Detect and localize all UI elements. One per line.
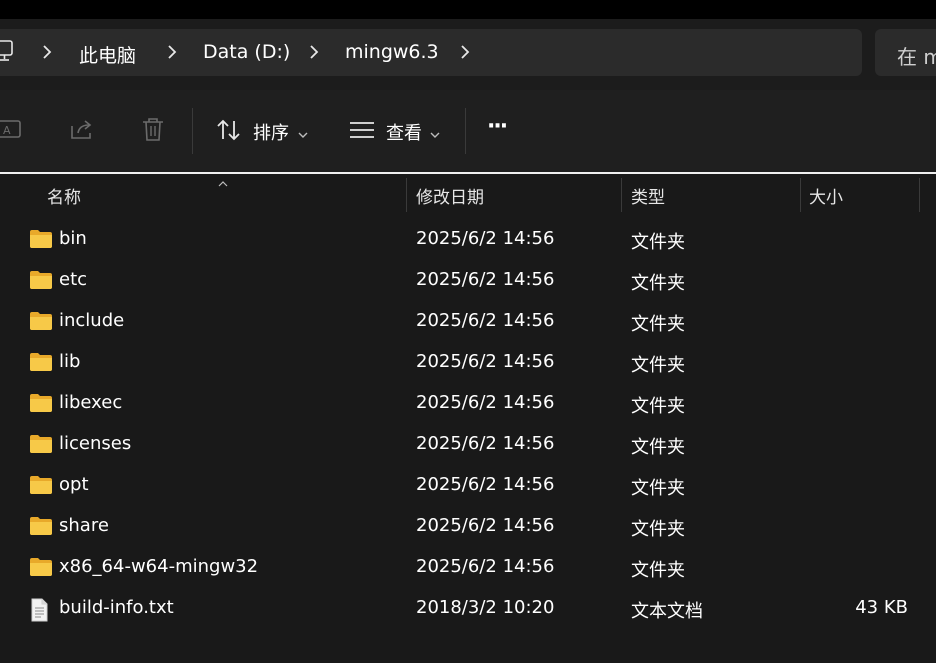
folder-icon [29, 270, 53, 294]
file-date: 2025/6/2 14:56 [416, 351, 555, 372]
file-date: 2025/6/2 14:56 [416, 433, 555, 454]
chevron-right-icon[interactable] [166, 43, 178, 65]
file-row[interactable]: opt 2025/6/2 14:56 文件夹 [0, 466, 936, 507]
file-row[interactable]: build-info.txt 2018/3/2 10:20 文本文档 43 KB [0, 589, 936, 630]
sort-button[interactable]: 排序 [253, 119, 289, 145]
computer-icon[interactable] [0, 40, 14, 66]
file-name[interactable]: licenses [59, 433, 131, 454]
file-row[interactable]: x86_64-w64-mingw32 2025/6/2 14:56 文件夹 [0, 548, 936, 589]
file-row[interactable]: bin 2025/6/2 14:56 文件夹 [0, 220, 936, 261]
file-date: 2025/6/2 14:56 [416, 228, 555, 249]
file-row[interactable]: licenses 2025/6/2 14:56 文件夹 [0, 425, 936, 466]
view-button[interactable]: 查看 [386, 119, 422, 145]
column-divider[interactable] [406, 178, 407, 212]
file-row[interactable]: include 2025/6/2 14:56 文件夹 [0, 302, 936, 343]
folder-icon [29, 311, 53, 335]
file-type: 文件夹 [631, 519, 685, 540]
folder-icon [29, 393, 53, 417]
search-box[interactable]: 在 m [875, 29, 936, 76]
file-name[interactable]: libexec [59, 392, 122, 413]
file-date: 2025/6/2 14:56 [416, 556, 555, 577]
file-type: 文件夹 [631, 396, 685, 417]
file-name[interactable]: share [59, 515, 109, 536]
rename-icon[interactable]: A [0, 117, 24, 147]
folder-icon [29, 516, 53, 540]
folder-icon [29, 557, 53, 581]
sort-icon[interactable] [216, 118, 242, 146]
chevron-right-icon[interactable] [459, 43, 471, 65]
file-name[interactable]: lib [59, 351, 80, 372]
toolbar-divider [465, 108, 466, 154]
breadcrumb-data-drive[interactable]: Data (D:) [203, 41, 290, 63]
chevron-right-icon[interactable] [41, 43, 53, 65]
file-type: 文件夹 [631, 478, 685, 499]
file-name[interactable]: opt [59, 474, 89, 495]
toolbar-divider [192, 108, 193, 154]
folder-icon [29, 475, 53, 499]
text-file-icon [29, 598, 49, 626]
file-row[interactable]: lib 2025/6/2 14:56 文件夹 [0, 343, 936, 384]
file-date: 2025/6/2 14:56 [416, 310, 555, 331]
column-divider[interactable] [919, 178, 920, 212]
file-type: 文件夹 [631, 273, 685, 294]
chevron-down-icon[interactable] [429, 125, 441, 144]
file-name[interactable]: include [59, 310, 124, 331]
file-type: 文件夹 [631, 355, 685, 376]
file-row[interactable]: libexec 2025/6/2 14:56 文件夹 [0, 384, 936, 425]
file-name[interactable]: x86_64-w64-mingw32 [59, 556, 258, 577]
column-header-name[interactable]: 名称 [47, 183, 81, 208]
breadcrumb-this-pc[interactable]: 此电脑 [79, 41, 136, 68]
folder-icon [29, 434, 53, 458]
column-header-date[interactable]: 修改日期 [416, 183, 484, 208]
file-row[interactable]: etc 2025/6/2 14:56 文件夹 [0, 261, 936, 302]
file-name[interactable]: bin [59, 228, 87, 249]
file-date: 2025/6/2 14:56 [416, 474, 555, 495]
file-type: 文本文档 [631, 601, 703, 622]
sort-ascending-icon [217, 173, 229, 192]
file-name[interactable]: etc [59, 269, 87, 290]
column-header-type[interactable]: 类型 [631, 183, 665, 208]
share-icon[interactable] [69, 118, 95, 146]
file-type: 文件夹 [631, 232, 685, 253]
column-divider[interactable] [800, 178, 801, 212]
svg-text:A: A [3, 124, 11, 137]
folder-icon [29, 352, 53, 376]
file-date: 2025/6/2 14:56 [416, 392, 555, 413]
chevron-right-icon[interactable] [308, 43, 320, 65]
file-type: 文件夹 [631, 560, 685, 581]
delete-icon[interactable] [141, 117, 165, 147]
search-placeholder: 在 m [897, 45, 936, 69]
chevron-down-icon[interactable] [297, 125, 309, 144]
file-date: 2025/6/2 14:56 [416, 515, 555, 536]
column-header-size[interactable]: 大小 [809, 183, 843, 208]
view-icon[interactable] [349, 120, 375, 144]
column-divider[interactable] [621, 178, 622, 212]
title-bar [0, 0, 936, 19]
more-options-button[interactable]: ··· [487, 114, 508, 139]
file-row[interactable]: share 2025/6/2 14:56 文件夹 [0, 507, 936, 548]
file-size: 43 KB [855, 597, 908, 618]
folder-icon [29, 229, 53, 253]
file-type: 文件夹 [631, 437, 685, 458]
file-date: 2025/6/2 14:56 [416, 269, 555, 290]
file-name[interactable]: build-info.txt [59, 597, 174, 618]
file-date: 2018/3/2 10:20 [416, 597, 555, 618]
breadcrumb-mingw[interactable]: mingw6.3 [345, 41, 439, 63]
file-type: 文件夹 [631, 314, 685, 335]
